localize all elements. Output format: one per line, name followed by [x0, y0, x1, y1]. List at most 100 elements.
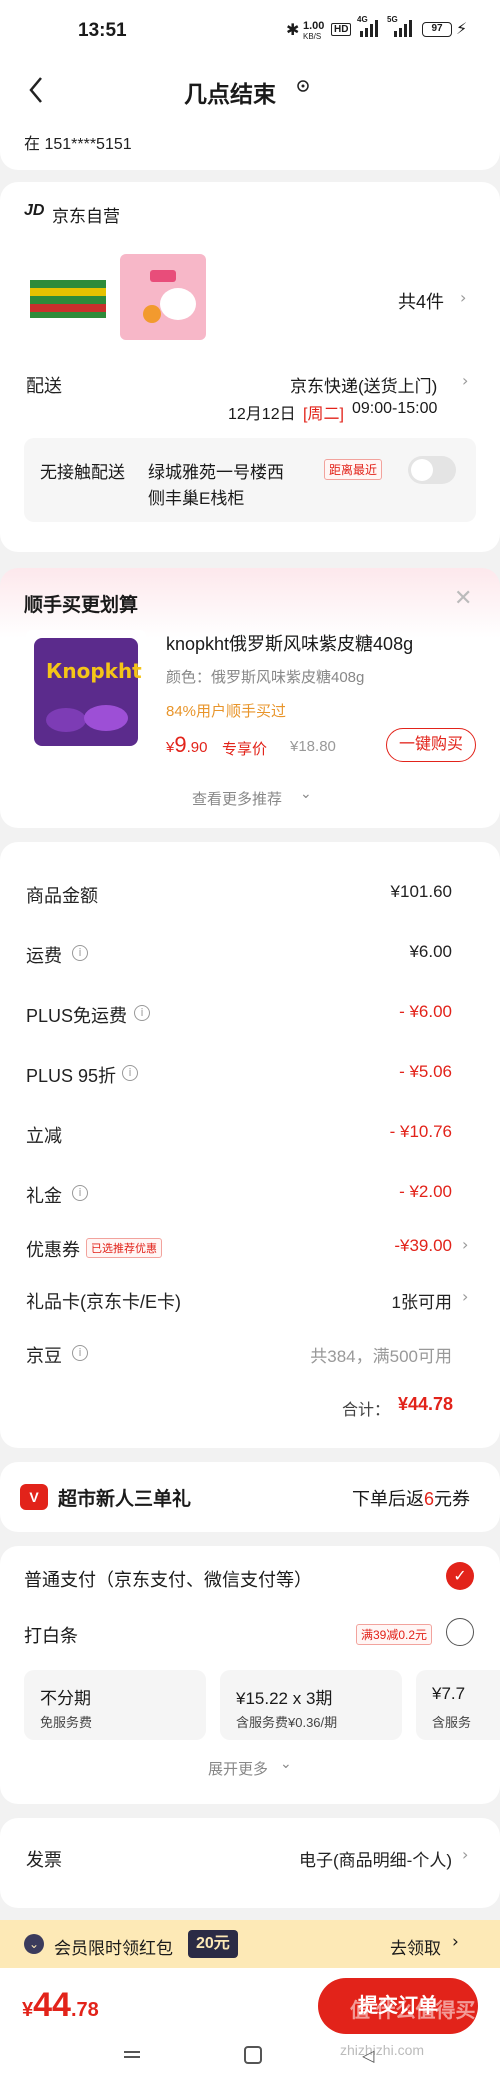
summary-value-plus-discount: - ¥5.06 — [399, 1062, 452, 1081]
battery-icon: 97 — [422, 22, 452, 37]
contactless-toggle[interactable] — [408, 456, 456, 484]
info-icon[interactable]: i — [72, 1185, 88, 1201]
nav-menu-icon[interactable] — [122, 2048, 142, 2064]
one-click-buy-button[interactable]: 一键购买 — [386, 728, 476, 762]
addon-original-price: ¥18.80 — [290, 738, 336, 755]
watermark-logo: 值 什么值得买 — [350, 2000, 476, 2022]
addon-product-name[interactable]: knopkht俄罗斯风味紫皮糖408g — [166, 630, 413, 656]
unchecked-radio-icon[interactable] — [446, 1618, 474, 1646]
installment-option-2[interactable]: ¥7.7 含服务 — [416, 1670, 500, 1740]
delivery-weekday: [周二] — [303, 406, 344, 423]
locker-location-2: 侧丰巢E栈柜 — [148, 489, 245, 508]
installment-option-1[interactable]: ¥15.22 x 3期 含服务费¥0.36/期 — [220, 1670, 402, 1740]
baitiao-tag: 满39减0.2元 — [356, 1624, 433, 1645]
network-type-1: 4G — [357, 15, 368, 24]
final-price-symbol: ¥ — [22, 1999, 34, 2021]
summary-card: 商品金额 ¥101.60 运费 i ¥6.00 PLUS免运费 i - ¥6.0… — [0, 842, 500, 1448]
checked-radio-icon[interactable]: ✓ — [446, 1562, 474, 1590]
info-icon[interactable]: i — [122, 1065, 138, 1081]
invoice-value: 电子(商品明细-个人) — [299, 1851, 452, 1870]
summary-label-plus-free-ship: PLUS免运费 — [26, 1006, 128, 1026]
summary-value-goods: ¥101.60 — [390, 882, 452, 901]
contactless-label: 无接触配送 — [40, 463, 125, 482]
newcomer-banner[interactable]: V 超市新人三单礼 下单后返6元券 — [0, 1462, 500, 1532]
status-bar: 13:51 ✱ 1.00 KB/S HD 4G 5G 97 ⚡ — [0, 0, 500, 62]
chevron-right-icon: › — [462, 1235, 469, 1254]
final-price-dec: .78 — [70, 1999, 99, 2021]
installment-sub: 含服务 — [432, 1715, 472, 1730]
info-icon[interactable]: i — [72, 1345, 88, 1361]
status-time: 13:51 — [78, 20, 127, 41]
delivery-date: 12月12日 — [228, 406, 296, 423]
nearest-tag: 距离最近 — [324, 459, 383, 480]
battery-level: 97 — [431, 23, 443, 34]
total-label: 合计： — [342, 1402, 391, 1419]
installment-option-0[interactable]: 不分期 免服务费 — [24, 1670, 206, 1740]
coupon-tag: 已选推荐优惠 — [86, 1238, 162, 1258]
charging-icon: ⚡ — [456, 19, 468, 38]
expand-more[interactable]: 展开更多 — [208, 1758, 268, 1779]
member-icon: ⌄ — [24, 1934, 44, 1954]
net-speed-unit: KB/S — [303, 32, 322, 41]
addon-price: ¥9.90 — [166, 732, 207, 758]
newcomer-reward: 下单后返6元券 — [352, 1485, 470, 1511]
chevron-right-icon: › — [452, 1932, 459, 1952]
member-amount: 20元 — [188, 1930, 238, 1958]
summary-label-plus-discount: PLUS 95折 — [26, 1066, 117, 1086]
baitiao-label[interactable]: 打白条 — [24, 1622, 78, 1648]
see-more-recommend[interactable]: 查看更多推荐 — [192, 788, 282, 809]
close-icon[interactable]: ✕ — [454, 586, 472, 611]
installment-title: 不分期 — [40, 1689, 91, 1708]
addon-card: 顺手买更划算 ✕ Кnopkht knopkht俄罗斯风味紫皮糖408g 颜色：… — [0, 568, 500, 828]
jd-bean-label: 京豆 — [26, 1346, 62, 1366]
delivery-method[interactable]: 京东快递(送货上门) — [290, 372, 437, 397]
member-claim[interactable]: 去领取 — [390, 1934, 441, 1959]
info-icon[interactable]: i — [72, 945, 88, 961]
addon-price-tag: 专享价 — [222, 741, 268, 758]
contactless-box: 无接触配送 绿城雅苑一号楼西 侧丰巢E栈柜 距离最近 — [24, 438, 476, 522]
jd-logo: JD — [24, 202, 45, 219]
chevron-right-icon: › — [460, 288, 467, 307]
back-icon[interactable] — [22, 72, 52, 108]
final-price-int: 44 — [33, 1986, 71, 2024]
info-icon[interactable]: i — [134, 1005, 150, 1021]
bluetooth-icon: ✱ — [286, 20, 300, 39]
giftcard-label: 礼品卡(京东卡/E卡) — [26, 1292, 181, 1312]
addon-variant: 颜色：俄罗斯风味紫皮糖408g — [166, 669, 365, 686]
delivery-label: 配送 — [26, 376, 62, 396]
coupon-value[interactable]: -¥39.00 — [394, 1236, 452, 1256]
product-thumb-candy[interactable] — [120, 254, 206, 340]
chevron-down-icon: ⌄ — [300, 786, 312, 802]
giftcard-value[interactable]: 1张可用 — [392, 1288, 452, 1313]
addon-social-proof: 84%用户顺手买过 — [166, 703, 287, 720]
member-banner[interactable]: ⌄ 会员限时领红包 20元 去领取 › — [0, 1920, 500, 1968]
price-int: 9 — [174, 732, 187, 757]
newcomer-reward-prefix: 下单后返 — [352, 1489, 424, 1509]
invoice-label: 发票 — [26, 1850, 62, 1870]
summary-label-goods: 商品金额 — [26, 886, 98, 906]
nav-back-icon[interactable]: ◁ — [362, 2046, 374, 2065]
total-value: ¥44.78 — [398, 1394, 454, 1414]
summary-label-instant-off: 立减 — [26, 1126, 62, 1146]
bottom-bar: ¥44.78 提交订单 值 什么值得买 zhizhizhi.com ◁ — [0, 1968, 500, 2073]
summary-value-shipping: ¥6.00 — [409, 942, 452, 961]
installment-title: ¥7.7 — [432, 1684, 466, 1703]
installment-sub: 含服务费¥0.36/期 — [236, 1715, 338, 1730]
watermark-site: zhizhizhi.com — [340, 2042, 425, 2058]
price-dec: .90 — [186, 739, 208, 756]
summary-value-plus-free-ship: - ¥6.00 — [399, 1002, 452, 1021]
invoice-card[interactable]: 发票 电子(商品明细-个人) › — [0, 1818, 500, 1908]
addon-product-image[interactable]: Кnopkht — [26, 630, 146, 754]
summary-label-shipping: 运费 — [26, 946, 62, 966]
nav-home-icon[interactable] — [244, 2046, 262, 2064]
address-partial[interactable]: 在 151****5151 — [24, 130, 132, 154]
normal-pay-label[interactable]: 普通支付（京东支付、微信支付等） — [24, 1566, 312, 1592]
item-count[interactable]: 共4件 — [398, 288, 444, 314]
store-card: JD 京东自营 共4件 › 配送 京东快递(送货上门) › 12月12日 [周二… — [0, 182, 500, 552]
toggle-knob — [411, 459, 433, 481]
svg-text:Кnopkht: Кnopkht — [46, 659, 142, 683]
locker-location-1: 绿城雅苑一号楼西 — [148, 463, 284, 482]
payment-card: 普通支付（京东支付、微信支付等） ✓ 打白条 满39减0.2元 不分期 免服务费… — [0, 1546, 500, 1804]
product-thumb-wafer[interactable] — [26, 254, 110, 338]
newcomer-reward-suffix: 元券 — [434, 1489, 471, 1509]
